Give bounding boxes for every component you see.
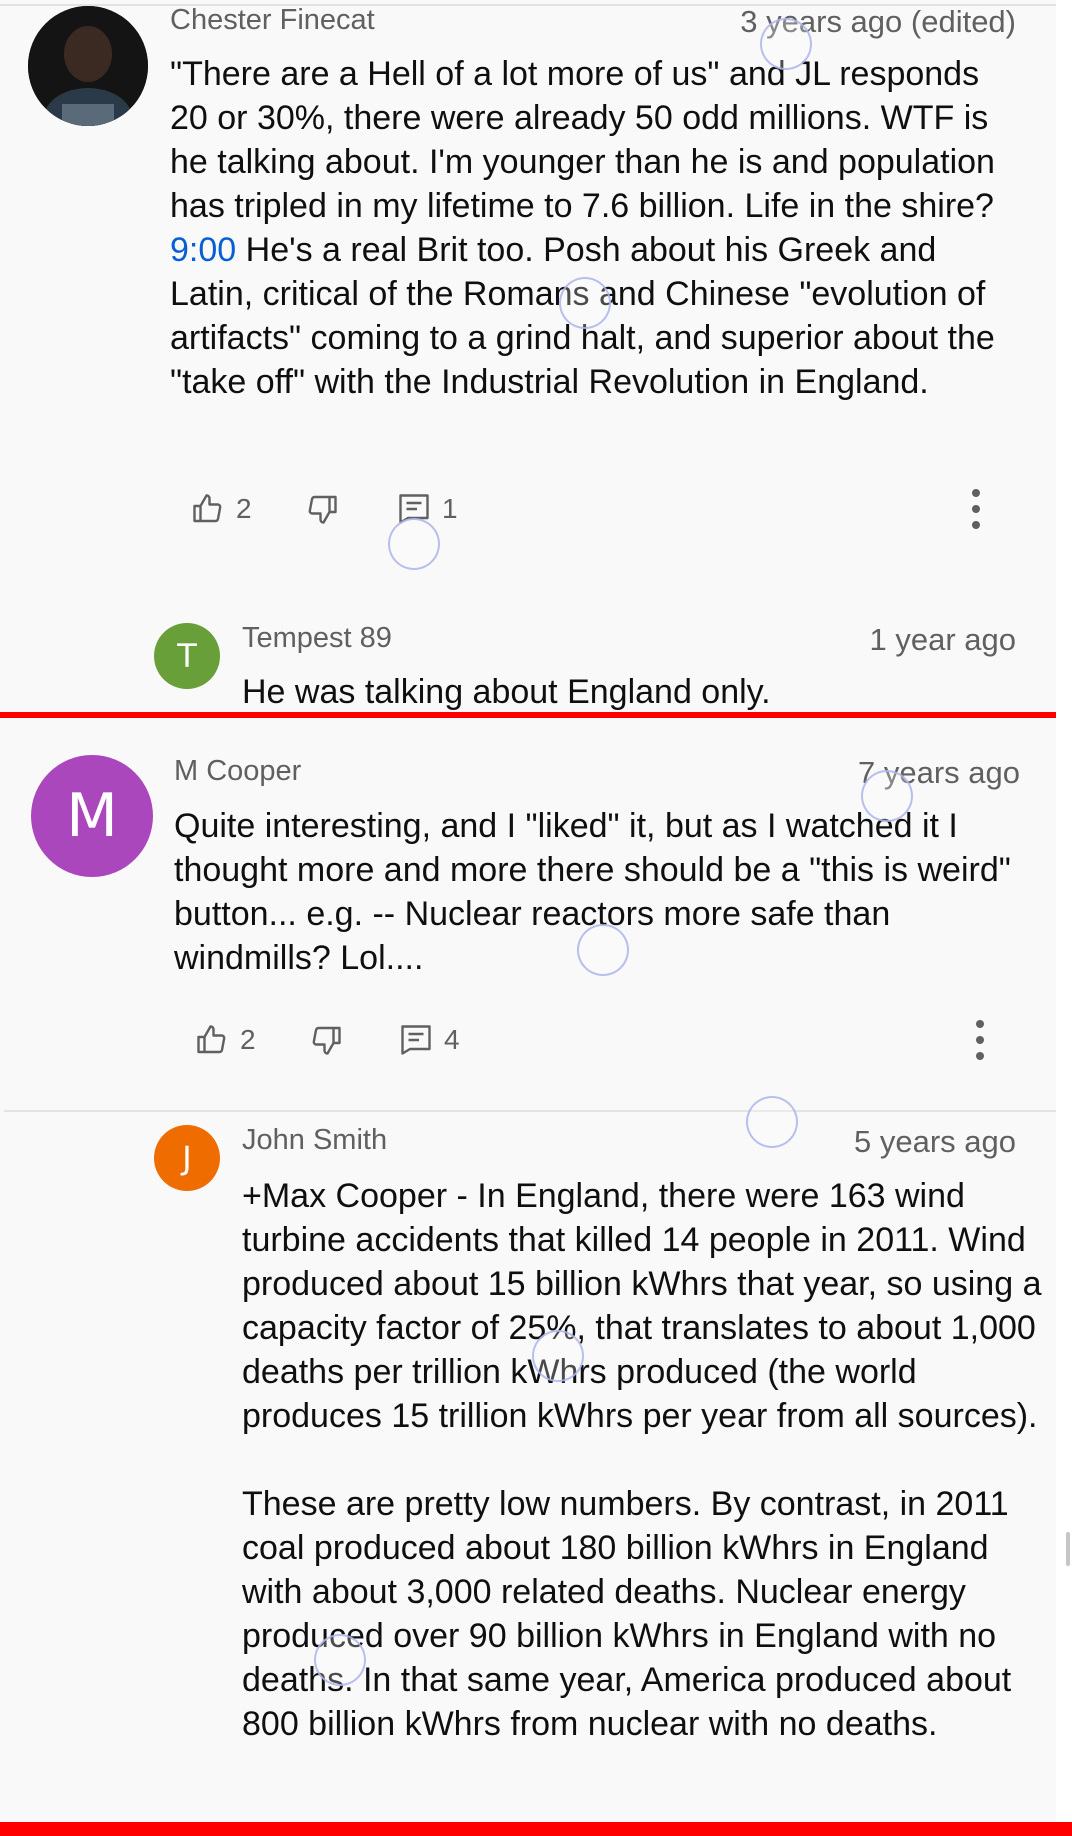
scrollbar-thumb[interactable] bbox=[1066, 1532, 1070, 1566]
comment-icon bbox=[401, 1025, 431, 1055]
like-count: 2 bbox=[236, 493, 252, 524]
reply-author[interactable]: Tempest 89 bbox=[242, 622, 392, 655]
thumb-up-icon bbox=[197, 1025, 226, 1054]
dislike-button[interactable] bbox=[304, 489, 340, 529]
comment-text: "There are a Hell of a lot more of us" a… bbox=[170, 52, 1022, 404]
profile-photo bbox=[28, 6, 148, 126]
avatar[interactable]: T bbox=[154, 623, 220, 689]
dislike-button[interactable] bbox=[308, 1020, 344, 1060]
like-button[interactable]: 2 bbox=[190, 489, 252, 529]
comments-page: Chester Finecat 3 years ago (edited) "Th… bbox=[0, 0, 1056, 1836]
touch-indicator bbox=[861, 770, 913, 822]
touch-indicator bbox=[314, 1634, 366, 1686]
avatar[interactable] bbox=[28, 6, 148, 126]
avatar-letter: M bbox=[66, 781, 118, 851]
more-vert-icon[interactable] bbox=[956, 485, 996, 533]
touch-indicator bbox=[577, 924, 629, 976]
thumb-down-icon bbox=[312, 1026, 341, 1055]
avatar-letter: T bbox=[177, 637, 197, 675]
reply-count: 1 bbox=[442, 493, 458, 524]
touch-indicator bbox=[532, 1330, 584, 1382]
comment-text-part: "There are a Hell of a lot more of us" a… bbox=[170, 55, 1005, 225]
reply-count: 4 bbox=[444, 1024, 460, 1055]
avatar-letter: J bbox=[182, 1139, 192, 1177]
touch-indicator bbox=[760, 18, 812, 70]
reply-button[interactable]: 4 bbox=[398, 1020, 460, 1060]
reply-time: 1 year ago bbox=[869, 622, 1017, 657]
like-count: 2 bbox=[240, 1024, 256, 1055]
thumb-down-icon bbox=[308, 495, 337, 524]
comment-author[interactable]: Chester Finecat bbox=[170, 4, 375, 37]
touch-indicator bbox=[559, 277, 611, 329]
reply-author[interactable]: John Smith bbox=[242, 1124, 387, 1157]
timestamp-link[interactable]: 9:00 bbox=[170, 231, 236, 269]
reply-time: 5 years ago bbox=[854, 1124, 1016, 1159]
touch-indicator bbox=[388, 518, 440, 570]
thumb-up-icon bbox=[193, 494, 222, 523]
highlight-line bbox=[0, 712, 1056, 718]
touch-indicator bbox=[746, 1096, 798, 1148]
more-vert-icon[interactable] bbox=[960, 1016, 1000, 1064]
comment-author[interactable]: M Cooper bbox=[174, 755, 301, 788]
avatar[interactable]: J bbox=[154, 1125, 220, 1191]
bottom-highlight-line bbox=[0, 1822, 1072, 1836]
thread-divider bbox=[4, 1110, 1056, 1112]
avatar[interactable]: M bbox=[31, 755, 153, 877]
reply-text: He was talking about England only. bbox=[242, 673, 771, 711]
like-button[interactable]: 2 bbox=[194, 1020, 256, 1060]
